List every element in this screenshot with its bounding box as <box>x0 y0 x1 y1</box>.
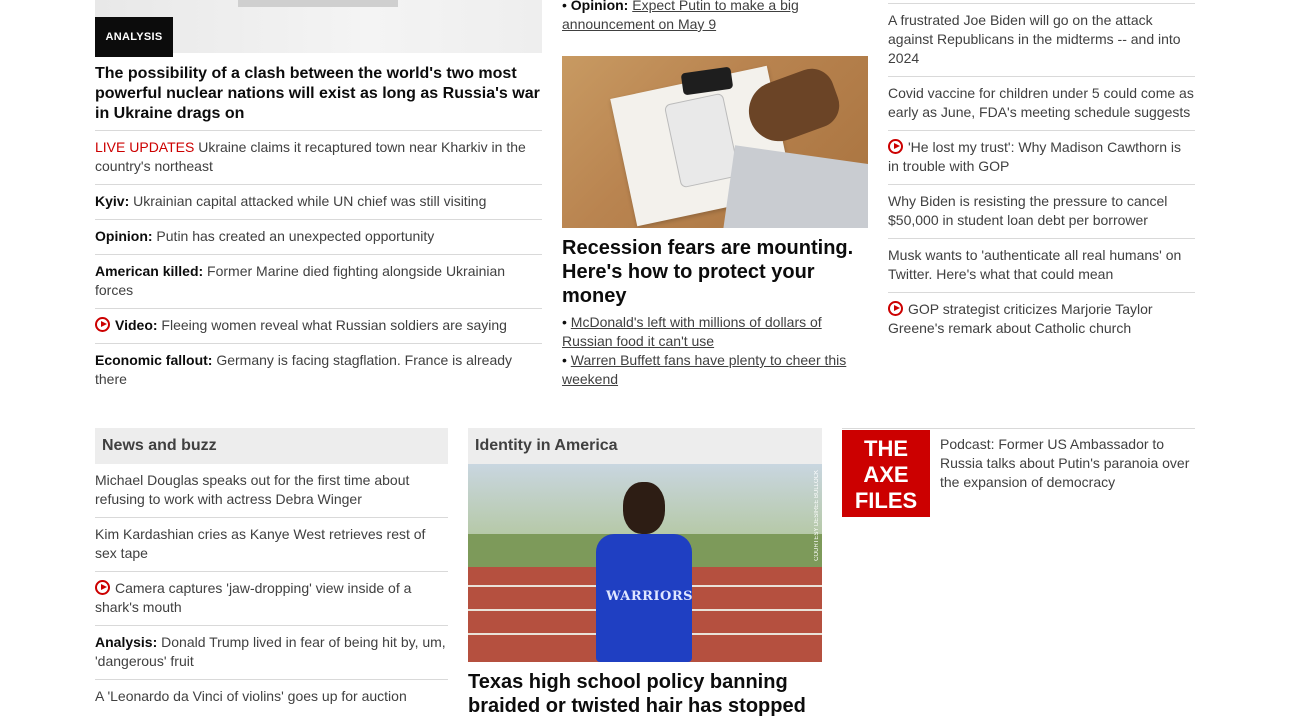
logo-line: AXE <box>863 462 909 487</box>
list-item-text: Ukrainian capital attacked while UN chie… <box>129 193 487 209</box>
list-item-text: GOP strategist criticizes Marjorie Taylo… <box>888 301 1153 336</box>
list-item[interactable]: 'He lost my trust': Why Madison Cawthorn… <box>888 130 1195 184</box>
bullet-item[interactable]: • McDonald's left with millions of dolla… <box>562 313 868 351</box>
play-video-icon <box>888 301 903 316</box>
bullet-link[interactable]: Warren Buffett fans have plenty to cheer… <box>562 352 846 387</box>
list-item[interactable]: LIVE UPDATES Ukraine claims it recapture… <box>95 130 542 184</box>
calculator-desk-photo[interactable] <box>562 56 868 228</box>
identity-headline[interactable]: Texas high school policy banning braided… <box>468 662 822 718</box>
list-item-kicker: American killed: <box>95 263 204 279</box>
top-story-headline[interactable]: The possibility of a clash between the w… <box>95 64 542 124</box>
bullet-kicker: Opinion: <box>570 0 629 13</box>
photo-credit: COURTESY DESIREE BULLOCK <box>814 470 820 561</box>
list-item[interactable]: Economic fallout: Germany is facing stag… <box>95 343 542 397</box>
list-item[interactable]: Analysis: Donald Trump lived in fear of … <box>95 625 448 679</box>
list-item[interactable]: Opinion: Putin has created an unexpected… <box>95 219 542 254</box>
list-item[interactable]: Michael Douglas speaks out for the first… <box>95 464 448 517</box>
list-item[interactable]: Covid vaccine for children under 5 could… <box>888 76 1195 130</box>
podcast-link[interactable]: Podcast: Former US Ambassador to Russia … <box>940 435 1195 492</box>
section-title[interactable]: Identity in America <box>468 428 822 464</box>
list-item[interactable]: GOP strategist criticizes Marjorie Taylo… <box>888 292 1195 346</box>
play-video-icon <box>95 317 110 332</box>
list-item[interactable]: American killed: Former Marine died figh… <box>95 254 542 308</box>
live-updates-label: LIVE UPDATES <box>95 139 195 155</box>
list-item[interactable]: A 'Leonardo da Vinci of violins' goes up… <box>95 679 448 714</box>
opinion-bullet[interactable]: • Opinion: Expect Putin to make a big an… <box>562 0 868 34</box>
list-item[interactable]: Kyiv: Ukrainian capital attacked while U… <box>95 184 542 219</box>
list-item[interactable]: Kim Kardashian cries as Kanye West retri… <box>95 517 448 571</box>
axe-files-promo[interactable]: THE AXE FILES Podcast: Former US Ambassa… <box>842 428 1195 517</box>
list-item[interactable]: A frustrated Joe Biden will go on the at… <box>888 3 1195 76</box>
analysis-badge: ANALYSIS <box>95 17 173 57</box>
play-video-icon <box>888 139 903 154</box>
list-item-text: Putin has created an unexpected opportun… <box>152 228 435 244</box>
play-video-icon <box>95 580 110 595</box>
list-item[interactable]: Video: Fleeing women reveal what Russian… <box>95 308 542 343</box>
list-item-text: 'He lost my trust': Why Madison Cawthorn… <box>888 139 1181 174</box>
list-item[interactable]: Camera captures 'jaw-dropping' view insi… <box>95 571 448 625</box>
identity-section: Identity in America WARRIORS COURTESY DE… <box>468 428 822 718</box>
politics-list: A frustrated Joe Biden will go on the at… <box>888 3 1195 346</box>
list-item[interactable]: Musk wants to 'authenticate all real hum… <box>888 238 1195 292</box>
section-title[interactable]: News and buzz <box>95 428 448 464</box>
axe-files-logo[interactable]: THE AXE FILES <box>842 430 930 517</box>
recession-headline[interactable]: Recession fears are mounting. Here's how… <box>562 236 868 308</box>
list-item-kicker: Video: <box>115 317 158 333</box>
logo-line: FILES <box>854 488 918 513</box>
shirt-text: WARRIORS <box>606 589 694 604</box>
top-story-list: LIVE UPDATES Ukraine claims it recapture… <box>95 130 542 397</box>
student-photo[interactable]: WARRIORS COURTESY DESIREE BULLOCK <box>468 464 822 662</box>
list-item-kicker: Opinion: <box>95 228 153 244</box>
list-item-kicker: Kyiv: <box>95 193 130 209</box>
list-item-text: Camera captures 'jaw-dropping' view insi… <box>95 580 412 615</box>
list-item-text: Fleeing women reveal what Russian soldie… <box>157 317 507 333</box>
list-item[interactable]: Why Biden is resisting the pressure to c… <box>888 184 1195 238</box>
list-item-kicker: Economic fallout: <box>95 352 213 368</box>
news-and-buzz-section: News and buzz Michael Douglas speaks out… <box>95 428 448 714</box>
logo-line: THE <box>864 436 908 461</box>
list-item-kicker: Analysis: <box>95 634 158 650</box>
bullet-link[interactable]: McDonald's left with millions of dollars… <box>562 314 822 349</box>
related-bullets: • McDonald's left with millions of dolla… <box>562 313 868 389</box>
bullet-item[interactable]: • Warren Buffett fans have plenty to che… <box>562 351 868 389</box>
